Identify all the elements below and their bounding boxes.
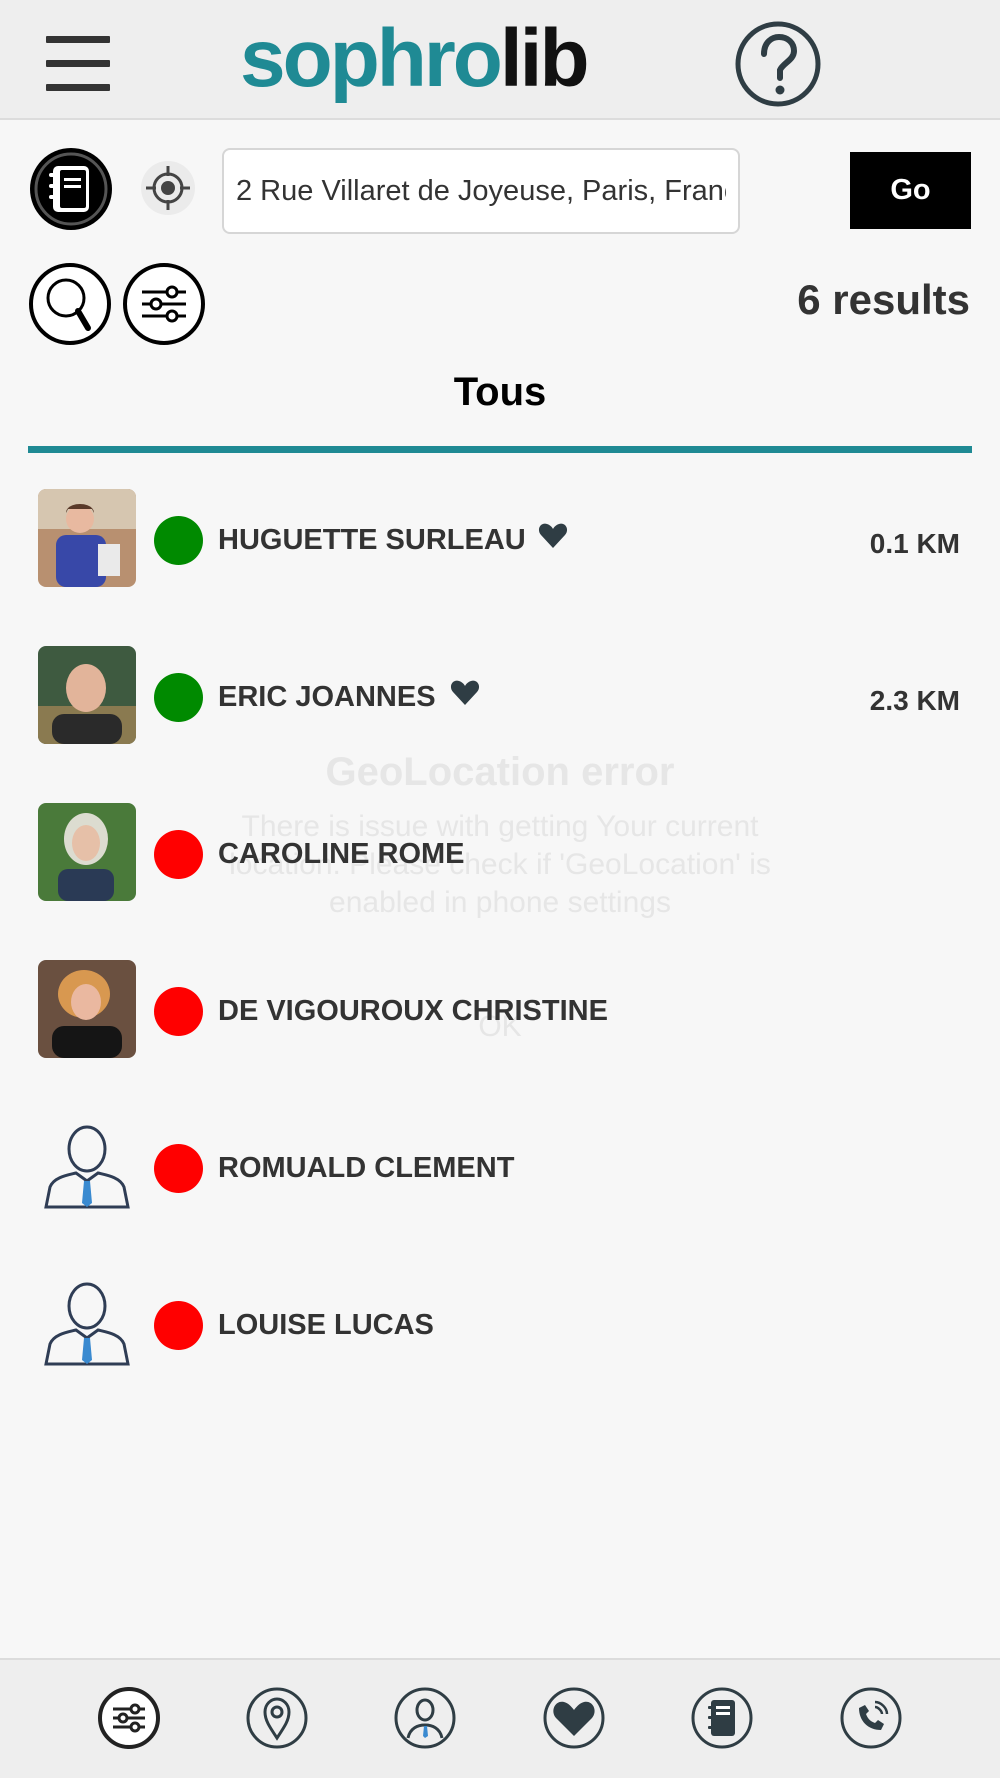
profile-icon[interactable] — [393, 1686, 457, 1750]
status-dot — [154, 1144, 203, 1193]
list-item[interactable]: ERIC JOANNES 2.3 KM — [0, 641, 1000, 751]
menu-icon[interactable] — [46, 36, 110, 92]
heart-icon — [538, 523, 568, 548]
avatar — [38, 960, 136, 1058]
top-bar: sophrolib — [0, 0, 1000, 120]
status-dot — [154, 673, 203, 722]
list-item[interactable]: DE VIGOUROUX CHRISTINE — [0, 955, 1000, 1065]
logo-part-primary: sophro — [240, 13, 503, 104]
go-button[interactable]: Go — [850, 152, 971, 229]
default-avatar-icon — [44, 1125, 130, 1209]
status-dot — [154, 1301, 203, 1350]
app-logo: sophrolib — [240, 13, 590, 104]
default-avatar-icon — [44, 1282, 130, 1366]
avatar — [38, 489, 136, 587]
practitioner-name: ROMUALD CLEMENT — [218, 1152, 515, 1184]
notebook-icon[interactable] — [690, 1686, 754, 1750]
search-icon[interactable] — [28, 262, 112, 346]
list-item[interactable]: ROMUALD CLEMENT — [0, 1112, 1000, 1222]
tab-underline — [28, 446, 972, 453]
list-item[interactable]: CAROLINE ROME — [0, 798, 1000, 908]
phone-icon[interactable] — [839, 1686, 903, 1750]
ghost-alert-title: GeoLocation error — [325, 750, 675, 794]
practitioner-name: ERIC JOANNES — [218, 681, 436, 713]
avatar — [38, 803, 136, 901]
distance: 0.1 KM — [869, 528, 960, 559]
status-dot — [154, 830, 203, 879]
results-count: 6 results — [797, 276, 970, 323]
status-dot — [154, 516, 203, 565]
distance: 2.3 KM — [869, 685, 960, 716]
heart-icon[interactable] — [542, 1686, 606, 1750]
practitioner-name: HUGUETTE SURLEAU — [218, 524, 526, 556]
bottom-nav — [0, 1658, 1000, 1778]
practitioner-name: CAROLINE ROME — [218, 838, 465, 870]
status-dot — [154, 987, 203, 1036]
map-pin-icon[interactable] — [245, 1686, 309, 1750]
filter-icon[interactable] — [122, 262, 206, 346]
help-icon[interactable] — [734, 20, 822, 108]
locate-icon[interactable] — [140, 160, 196, 216]
list-item[interactable]: HUGUETTE SURLEAU 0.1 KM — [0, 484, 1000, 594]
notebook-icon[interactable] — [28, 146, 114, 232]
list-item[interactable]: LOUISE LUCAS — [0, 1269, 1000, 1379]
heart-icon — [450, 680, 480, 705]
practitioner-name: DE VIGOUROUX CHRISTINE — [218, 995, 608, 1027]
address-input[interactable] — [222, 148, 740, 234]
avatar — [38, 646, 136, 744]
tab-tous[interactable]: Tous — [0, 370, 1000, 415]
practitioner-name: LOUISE LUCAS — [218, 1309, 434, 1341]
logo-part-secondary: lib — [499, 13, 590, 104]
filter-icon[interactable] — [97, 1686, 161, 1750]
